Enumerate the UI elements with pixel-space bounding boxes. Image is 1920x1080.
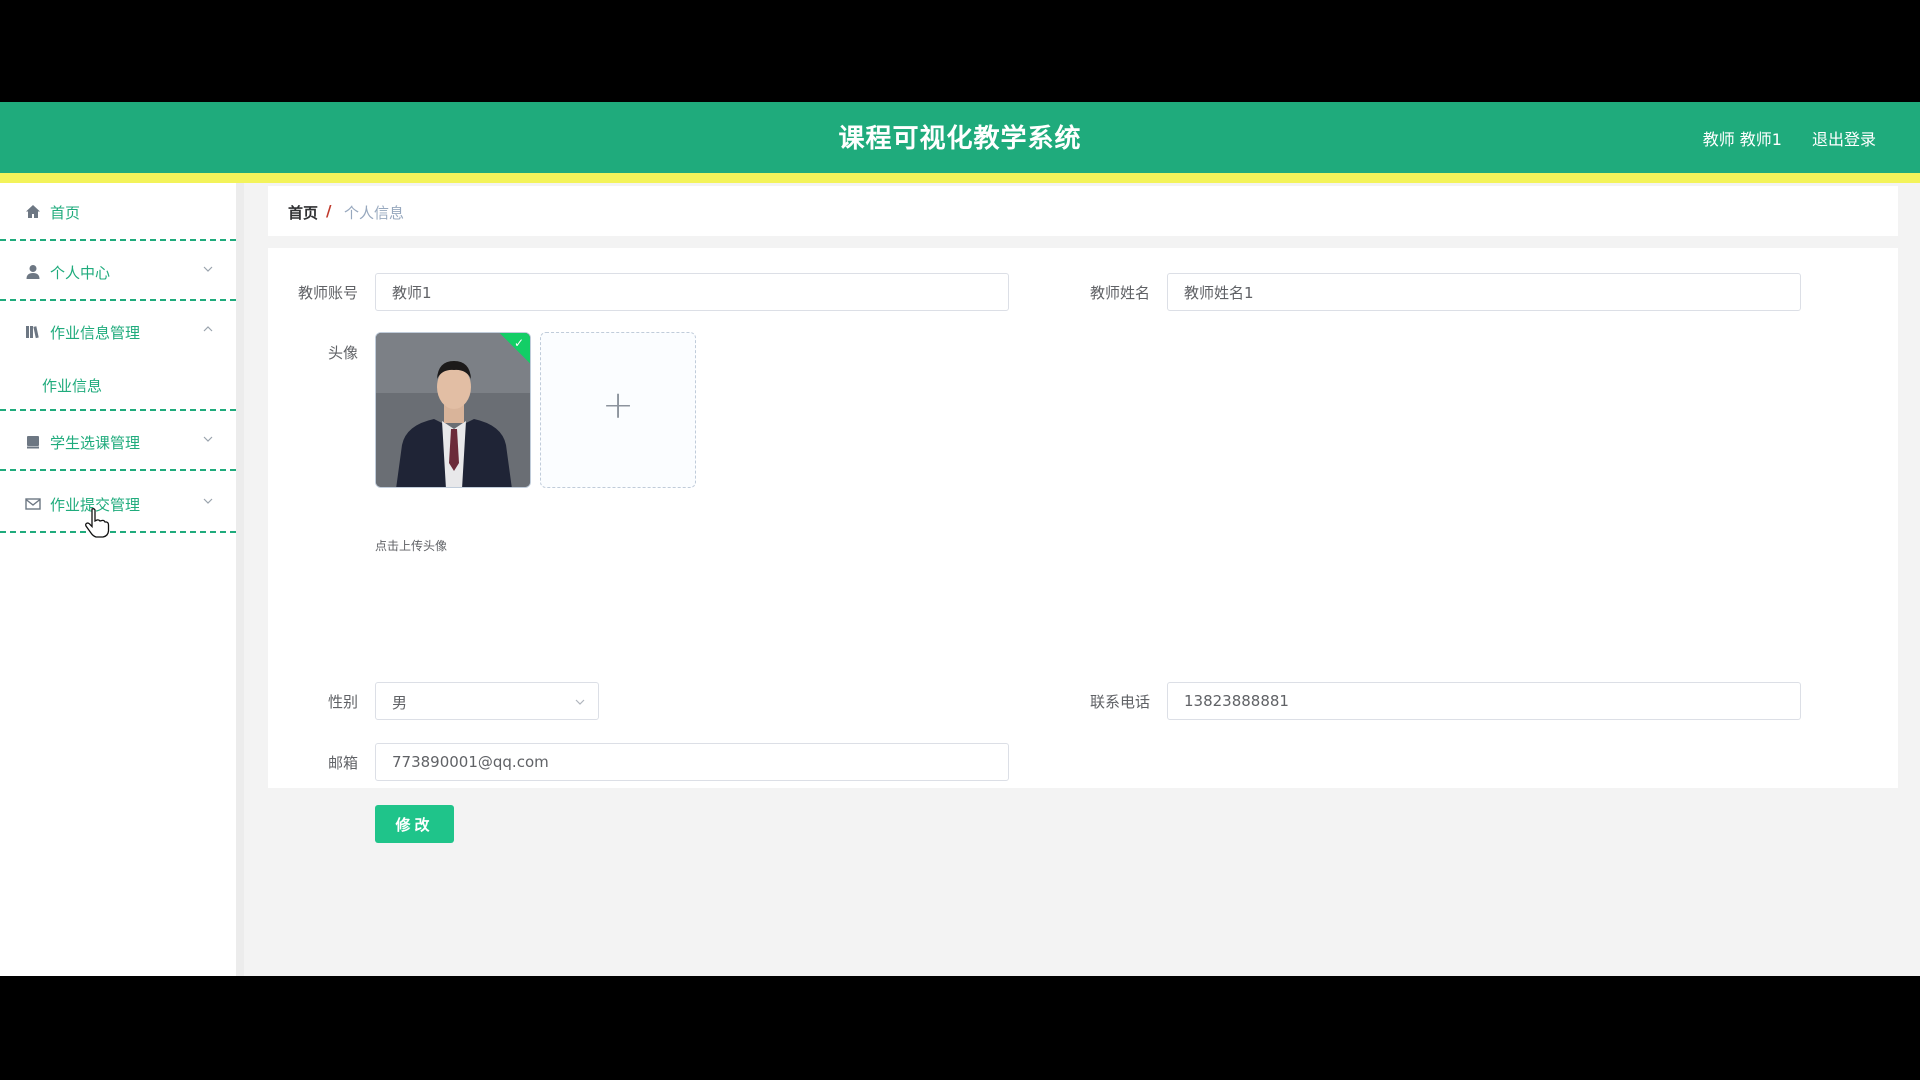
sidebar-item-homework-submission[interactable]: 作业提交管理 (0, 475, 236, 533)
upload-avatar-button[interactable]: + (540, 332, 696, 488)
breadcrumb-separator: / (326, 202, 332, 220)
breadcrumb-home-link[interactable]: 首页 (288, 202, 318, 223)
upload-avatar-hint: 点击上传头像 (375, 539, 448, 553)
modify-button[interactable]: 修改 (375, 805, 454, 843)
sidebar-item-label: 作业信息管理 (50, 324, 141, 342)
personal-info-form: 教师账号 教师姓名 头像 ✓ + 点击上传头像 性别 男 (268, 248, 1898, 843)
library-icon (26, 326, 39, 339)
top-header: 课程可视化教学系统 教师 教师1 退出登录 (0, 102, 1920, 173)
email-label: 邮箱 (327, 754, 358, 772)
sidebar-item-personal-center[interactable]: 个人中心 (0, 243, 236, 301)
sidebar-item-label: 个人中心 (50, 264, 111, 282)
email-input[interactable] (375, 743, 1009, 781)
chevron-up-icon (203, 326, 213, 332)
sidebar-divider (236, 183, 244, 976)
mail-icon (25, 498, 41, 510)
system-title: 课程可视化教学系统 (838, 124, 1082, 154)
phone-input[interactable] (1167, 682, 1801, 720)
sidebar-item-label: 首页 (50, 204, 81, 222)
check-icon: ✓ (513, 336, 524, 350)
avatar-image[interactable]: ✓ (375, 332, 531, 488)
account-label: 教师账号 (297, 284, 358, 302)
app-window: 课程可视化教学系统 教师 教师1 退出登录 首页 个人中心 作业信息管理 作业信… (0, 102, 1920, 976)
gender-label: 性别 (327, 693, 358, 711)
chevron-down-icon (203, 436, 213, 442)
chevron-down-icon (575, 699, 585, 705)
chevron-down-icon (203, 498, 213, 504)
sidebar-item-home[interactable]: 首页 (0, 183, 236, 241)
current-user-label: 教师 教师1 (1702, 130, 1782, 149)
sidebar: 首页 个人中心 作业信息管理 作业信息 学生选课管理 作业提交管理 (0, 183, 236, 976)
user-icon (26, 265, 40, 279)
header-accent-bar (0, 173, 1920, 183)
book-icon (27, 436, 39, 449)
sidebar-subitem-homework-info[interactable]: 作业信息 (0, 361, 236, 411)
logout-link[interactable]: 退出登录 (1812, 126, 1876, 150)
plus-icon: + (602, 383, 634, 427)
sidebar-item-label: 学生选课管理 (50, 434, 141, 452)
avatar-photo (376, 333, 530, 487)
chevron-down-icon (203, 266, 213, 272)
account-input[interactable] (375, 273, 1009, 311)
name-input[interactable] (1167, 273, 1801, 311)
breadcrumb-current: 个人信息 (344, 204, 405, 222)
breadcrumb: 首页 / 个人信息 (268, 186, 1898, 236)
gender-selected-value: 男 (392, 694, 408, 712)
name-label: 教师姓名 (1089, 284, 1150, 302)
gender-select[interactable]: 男 (375, 682, 599, 720)
sidebar-item-homework-management[interactable]: 作业信息管理 (0, 303, 236, 361)
sidebar-subitem-label: 作业信息 (42, 377, 103, 395)
avatar-label: 头像 (327, 344, 358, 362)
home-icon (26, 205, 40, 218)
sidebar-item-course-selection[interactable]: 学生选课管理 (0, 413, 236, 471)
mouse-pointer-icon (85, 508, 110, 538)
phone-label: 联系电话 (1089, 693, 1150, 711)
